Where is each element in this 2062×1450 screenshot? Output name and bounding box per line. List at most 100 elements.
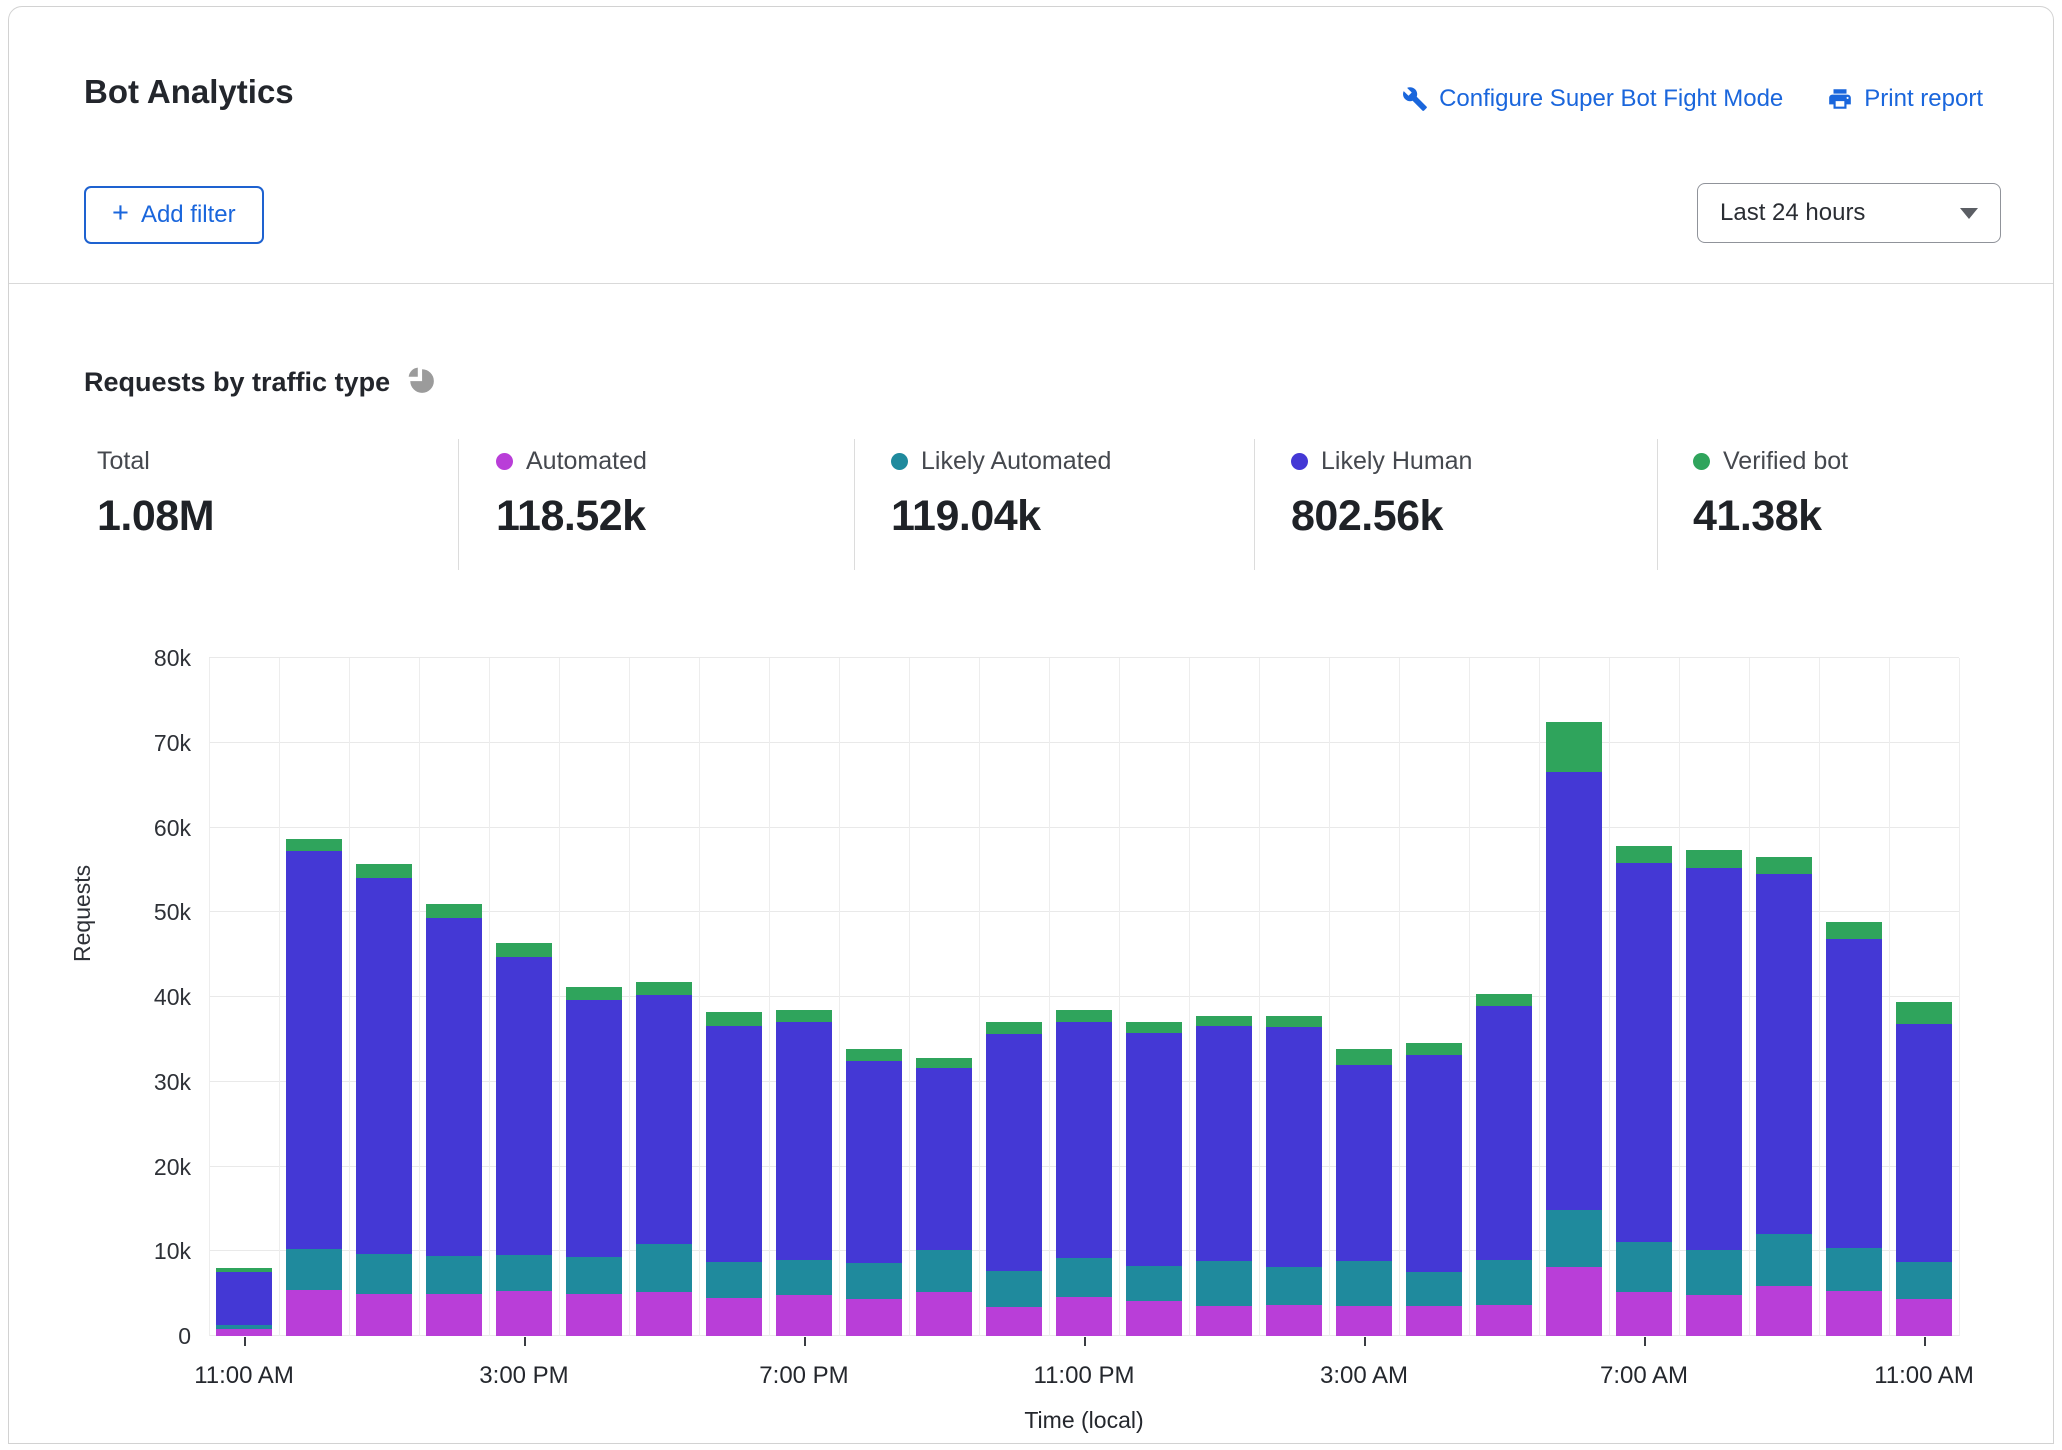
likely-human-segment [1056, 1022, 1112, 1258]
likely-human-segment [1196, 1026, 1252, 1262]
automated-segment [986, 1307, 1042, 1336]
x-tick-mark [1644, 1337, 1646, 1346]
stat-divider [458, 439, 459, 570]
stacked-bar[interactable] [1056, 1010, 1112, 1336]
stacked-bar[interactable] [286, 839, 342, 1336]
v-gridline [1259, 658, 1260, 1336]
v-gridline [279, 658, 280, 1336]
x-tick-mark [804, 1337, 806, 1346]
automated-segment [1686, 1295, 1742, 1336]
likely-automated-segment [1126, 1266, 1182, 1302]
automated-segment [1266, 1305, 1322, 1336]
likely-automated-segment [1056, 1258, 1112, 1297]
stacked-bar[interactable] [916, 1058, 972, 1336]
y-tick-label: 80k [101, 645, 191, 672]
automated-segment [706, 1298, 762, 1336]
likely-human-segment [776, 1022, 832, 1259]
stacked-bar[interactable] [1686, 850, 1742, 1336]
x-tick-mark [1924, 1337, 1926, 1346]
stacked-bar[interactable] [1826, 922, 1882, 1336]
v-gridline [909, 658, 910, 1336]
verified-bot-segment [496, 943, 552, 957]
likely-human-segment [1546, 772, 1602, 1209]
likely-automated-segment [1616, 1242, 1672, 1292]
v-gridline [419, 658, 420, 1336]
likely-human-segment [636, 995, 692, 1244]
verified-bot-segment [1266, 1016, 1322, 1027]
v-gridline [629, 658, 630, 1336]
stacked-bar[interactable] [1406, 1043, 1462, 1336]
section-title-row: Requests by traffic type [84, 365, 436, 400]
v-gridline [1959, 658, 1960, 1336]
v-gridline [769, 658, 770, 1336]
stacked-bar[interactable] [1126, 1022, 1182, 1336]
stat-verified-bot-label: Verified bot [1723, 447, 1848, 476]
stacked-bar[interactable] [636, 982, 692, 1336]
automated-segment [1196, 1306, 1252, 1337]
chevron-down-icon [1960, 208, 1978, 219]
stat-automated-value: 118.52k [496, 492, 647, 541]
verified-bot-dot-icon [1693, 453, 1710, 470]
verified-bot-segment [916, 1058, 972, 1068]
stacked-bar[interactable] [1196, 1016, 1252, 1336]
y-tick-label: 0 [101, 1323, 191, 1350]
v-gridline [209, 658, 210, 1336]
stacked-bar[interactable] [986, 1022, 1042, 1336]
likely-human-segment [1336, 1065, 1392, 1262]
configure-super-bot-link[interactable]: Configure Super Bot Fight Mode [1402, 85, 1783, 113]
stacked-bar[interactable] [776, 1010, 832, 1336]
time-range-value: Last 24 hours [1720, 199, 1865, 227]
stacked-bar[interactable] [1336, 1049, 1392, 1336]
likely-automated-segment [1826, 1248, 1882, 1291]
stacked-bar[interactable] [216, 1268, 272, 1336]
verified-bot-segment [1476, 994, 1532, 1006]
automated-segment [1756, 1286, 1812, 1336]
stacked-bar[interactable] [496, 943, 552, 1336]
stacked-bar[interactable] [1756, 857, 1812, 1336]
y-tick-label: 50k [101, 899, 191, 926]
verified-bot-segment [706, 1012, 762, 1026]
stat-total-value: 1.08M [97, 492, 214, 541]
likely-human-segment [846, 1061, 902, 1263]
stacked-bar[interactable] [1896, 1002, 1952, 1336]
automated-segment [636, 1292, 692, 1336]
verified-bot-segment [1686, 850, 1742, 868]
stacked-bar[interactable] [1266, 1016, 1322, 1336]
print-report-link[interactable]: Print report [1827, 85, 1983, 113]
verified-bot-segment [1336, 1049, 1392, 1065]
x-tick-label: 11:00 PM [984, 1362, 1184, 1390]
stacked-bar[interactable] [706, 1012, 762, 1336]
time-range-dropdown[interactable]: Last 24 hours [1697, 183, 2001, 243]
likely-human-segment [706, 1026, 762, 1262]
likely-human-segment [1686, 868, 1742, 1250]
stacked-bar[interactable] [1476, 994, 1532, 1336]
verified-bot-segment [356, 864, 412, 878]
likely-automated-segment [496, 1255, 552, 1291]
v-gridline [489, 658, 490, 1336]
x-tick-mark [1084, 1337, 1086, 1346]
pie-chart-icon [406, 365, 436, 400]
x-tick-mark [1364, 1337, 1366, 1346]
add-filter-button[interactable]: + Add filter [84, 186, 264, 244]
automated-segment [496, 1291, 552, 1336]
stacked-bar[interactable] [1616, 846, 1672, 1336]
likely-automated-segment [1266, 1267, 1322, 1305]
x-axis-title: Time (local) [934, 1407, 1234, 1434]
likely-human-segment [356, 878, 412, 1253]
stat-divider [854, 439, 855, 570]
likely-automated-segment [1686, 1250, 1742, 1295]
automated-segment [1546, 1267, 1602, 1336]
stacked-bar[interactable] [426, 904, 482, 1336]
v-gridline [349, 658, 350, 1336]
stacked-bar[interactable] [1546, 722, 1602, 1336]
configure-super-bot-label: Configure Super Bot Fight Mode [1439, 85, 1783, 113]
automated-segment [1336, 1306, 1392, 1337]
stacked-bar[interactable] [566, 987, 622, 1336]
plus-icon: + [112, 199, 129, 228]
stat-verified-bot-value: 41.38k [1693, 492, 1848, 541]
verified-bot-segment [1056, 1010, 1112, 1023]
likely-human-segment [496, 957, 552, 1254]
stacked-bar[interactable] [846, 1049, 902, 1336]
x-tick-mark [244, 1337, 246, 1346]
stacked-bar[interactable] [356, 864, 412, 1336]
